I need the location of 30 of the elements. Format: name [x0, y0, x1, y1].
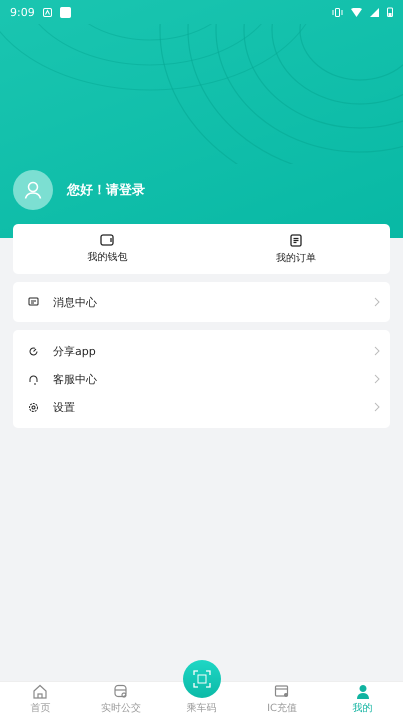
person-icon: [24, 181, 42, 199]
chevron-icon: [374, 297, 380, 307]
vibrate-icon: [332, 8, 343, 16]
avatar[interactable]: [13, 170, 53, 210]
bus-icon: [112, 684, 129, 699]
person-icon: [354, 684, 371, 699]
menu-item[interactable]: 客服中心: [13, 365, 390, 393]
menu-item[interactable]: 消息中心: [13, 288, 390, 316]
chevron-icon: [374, 402, 380, 412]
chevron-icon: [374, 346, 380, 356]
menu-item[interactable]: 分享app: [13, 337, 390, 365]
shortcut-item[interactable]: 我的订单: [202, 224, 390, 274]
card-icon: [274, 684, 290, 699]
home-icon: [32, 684, 48, 699]
status-time: 9:09: [10, 6, 35, 18]
chevron-icon: [374, 374, 380, 384]
signal-icon: [370, 8, 379, 16]
wallet-icon: [100, 234, 114, 246]
square-icon: [60, 6, 71, 18]
message-icon: [28, 297, 39, 307]
scan-button[interactable]: [182, 660, 220, 698]
shortcut-item[interactable]: 我的钱包: [13, 224, 202, 274]
document-icon: [290, 234, 302, 246]
qr-code-icon: [192, 670, 210, 688]
battery-icon: [387, 7, 393, 17]
menu-item[interactable]: 设置: [13, 393, 390, 421]
notification-icon: [42, 8, 52, 16]
settings-icon: [28, 402, 39, 412]
wifi-icon: [351, 8, 362, 16]
share-icon: [28, 346, 39, 356]
